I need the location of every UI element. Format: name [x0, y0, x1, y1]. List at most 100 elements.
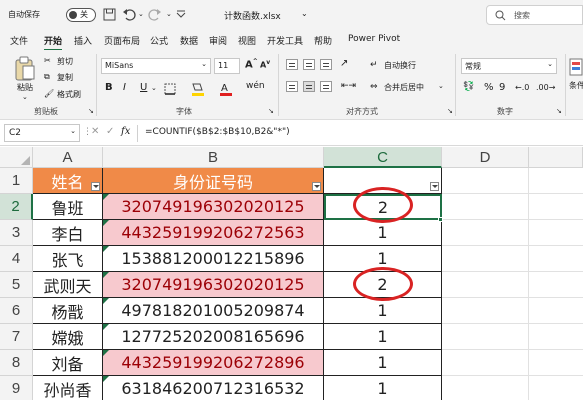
dialog-launcher-icon[interactable]: ↘	[556, 107, 562, 115]
align-left-icon[interactable]	[286, 81, 298, 92]
tab-review[interactable]: 审阅	[209, 34, 227, 47]
align-bottom-icon[interactable]	[320, 59, 332, 70]
undo-icon[interactable]	[122, 8, 138, 22]
id-cell[interactable]: 443259199206272896	[103, 350, 324, 376]
align-right-icon[interactable]	[320, 81, 332, 92]
name-cell[interactable]: 杨戬	[33, 298, 103, 324]
tab-help[interactable]: 帮助	[314, 34, 332, 47]
tab-page-layout[interactable]: 页面布局	[104, 34, 140, 47]
paste-label[interactable]: 粘贴	[17, 82, 33, 93]
dialog-launcher-icon[interactable]: ↘	[447, 107, 453, 115]
tab-view[interactable]: 视图	[238, 34, 256, 47]
tab-home[interactable]: 开始	[44, 34, 63, 51]
row-header[interactable]: 1	[0, 168, 33, 194]
column-header-d[interactable]: D	[442, 147, 529, 168]
copy-icon[interactable]: ⧉	[44, 72, 50, 82]
format-painter-button[interactable]: 格式刷	[57, 89, 81, 100]
filter-dropdown-icon[interactable]	[91, 182, 100, 191]
insert-function-button[interactable]: fx	[121, 126, 130, 137]
customize-toolbar-icon[interactable]	[175, 9, 187, 21]
id-cell[interactable]: 631846200712316532	[103, 376, 324, 400]
row-header[interactable]: 6	[0, 298, 33, 324]
wrap-text-button[interactable]: 自动换行	[384, 60, 416, 71]
tab-file[interactable]: 文件	[10, 34, 28, 47]
decrease-font-icon[interactable]: Av	[260, 59, 270, 70]
name-box[interactable]: C2 ⌄	[4, 124, 80, 142]
borders-icon[interactable]	[164, 83, 176, 95]
align-center-icon[interactable]	[303, 81, 315, 92]
tab-insert[interactable]: 插入	[74, 34, 92, 47]
tab-formulas[interactable]: 公式	[150, 34, 168, 47]
search-box[interactable]: 搜索	[486, 5, 583, 25]
cancel-entry-icon[interactable]: ✕	[91, 126, 99, 137]
chevron-down-icon[interactable]: ⌄	[138, 10, 144, 18]
count-cell[interactable]: 1	[324, 324, 442, 350]
name-cell[interactable]: 刘备	[33, 350, 103, 376]
name-cell[interactable]: 鲁班	[33, 194, 103, 220]
column-header-e[interactable]	[529, 147, 583, 168]
redo-icon[interactable]	[148, 8, 162, 22]
header-cell-name[interactable]: 姓名	[33, 168, 103, 194]
tab-developer[interactable]: 开发工具	[267, 34, 303, 47]
merge-center-button[interactable]: 合并后居中	[384, 82, 424, 93]
count-cell[interactable]: 1	[324, 350, 442, 376]
tab-power-pivot[interactable]: Power Pivot	[348, 34, 400, 44]
paste-icon[interactable]	[14, 56, 36, 82]
row-header[interactable]: 3	[0, 220, 33, 246]
underline-button[interactable]: U	[140, 82, 147, 93]
chevron-down-icon[interactable]: ⌄	[301, 9, 308, 18]
font-name-select[interactable]: MiSans ⌄	[101, 58, 211, 74]
italic-button[interactable]: I	[123, 82, 126, 93]
copy-button[interactable]: 复制	[57, 72, 73, 83]
cut-button[interactable]: 剪切	[57, 56, 73, 67]
conditional-format-icon[interactable]	[569, 58, 583, 76]
align-middle-icon[interactable]	[303, 59, 315, 70]
file-name[interactable]: 计数函数.xlsx	[224, 9, 281, 22]
column-header-b[interactable]: B	[103, 147, 324, 168]
chevron-down-icon[interactable]: ⌄	[438, 82, 444, 90]
number-format-select[interactable]: 常规 ⌄	[461, 58, 557, 74]
count-cell[interactable]: 1	[324, 376, 442, 400]
id-cell[interactable]: 497818201005209874	[103, 298, 324, 324]
increase-decimal-icon[interactable]: ←.0	[515, 83, 529, 92]
indent-icon[interactable]: ⇤⇥	[341, 81, 356, 91]
column-header-c[interactable]: C	[324, 147, 442, 168]
wrap-text-icon[interactable]: ↵	[370, 60, 378, 70]
chevron-down-icon[interactable]: ⌄	[166, 10, 172, 18]
name-cell[interactable]: 张飞	[33, 246, 103, 272]
increase-font-icon[interactable]: A^	[245, 58, 258, 70]
phonetic-icon[interactable]: wén	[246, 81, 265, 91]
name-cell[interactable]: 嫦娥	[33, 324, 103, 350]
bold-button[interactable]: B	[105, 82, 113, 93]
paintbrush-icon[interactable]: 🖌	[44, 89, 54, 98]
comma-style-icon[interactable]: 9	[499, 82, 505, 93]
formula-input[interactable]: =COUNTIF($B$2:$B$10,B2&"*")	[145, 127, 290, 137]
chevron-down-icon[interactable]: ⌄	[22, 93, 28, 101]
scissors-icon[interactable]: ✂	[44, 56, 51, 65]
select-all-corner[interactable]	[0, 147, 33, 168]
merge-icon[interactable]: ⇔	[370, 82, 378, 92]
percent-icon[interactable]: %	[484, 82, 494, 93]
row-header[interactable]: 5	[0, 272, 33, 298]
currency-icon[interactable]: 💱	[463, 82, 474, 92]
filter-dropdown-icon[interactable]	[312, 182, 321, 191]
confirm-entry-icon[interactable]: ✓	[106, 126, 114, 137]
decrease-decimal-icon[interactable]: .00→	[536, 83, 555, 92]
header-cell-id[interactable]: 身份证号码	[103, 168, 324, 194]
dialog-launcher-icon[interactable]: ↘	[88, 107, 94, 115]
chevron-down-icon[interactable]: ⌄	[151, 84, 157, 92]
save-icon[interactable]	[103, 8, 117, 22]
id-cell[interactable]: 443259199206272563	[103, 220, 324, 246]
orientation-icon[interactable]: ↗	[340, 58, 348, 69]
fill-handle[interactable]	[438, 217, 443, 222]
column-header-a[interactable]: A	[33, 147, 103, 168]
id-cell[interactable]: 320749196302020125	[103, 194, 324, 220]
font-color-icon[interactable]: A	[218, 81, 234, 97]
filter-dropdown-icon[interactable]	[430, 182, 439, 191]
row-header[interactable]: 4	[0, 246, 33, 272]
tab-data[interactable]: 数据	[180, 34, 198, 47]
name-cell[interactable]: 孙尚香	[33, 376, 103, 400]
autosave-toggle[interactable]: 关	[66, 8, 96, 22]
id-cell[interactable]: 320749196302020125	[103, 272, 324, 298]
name-cell[interactable]: 李白	[33, 220, 103, 246]
